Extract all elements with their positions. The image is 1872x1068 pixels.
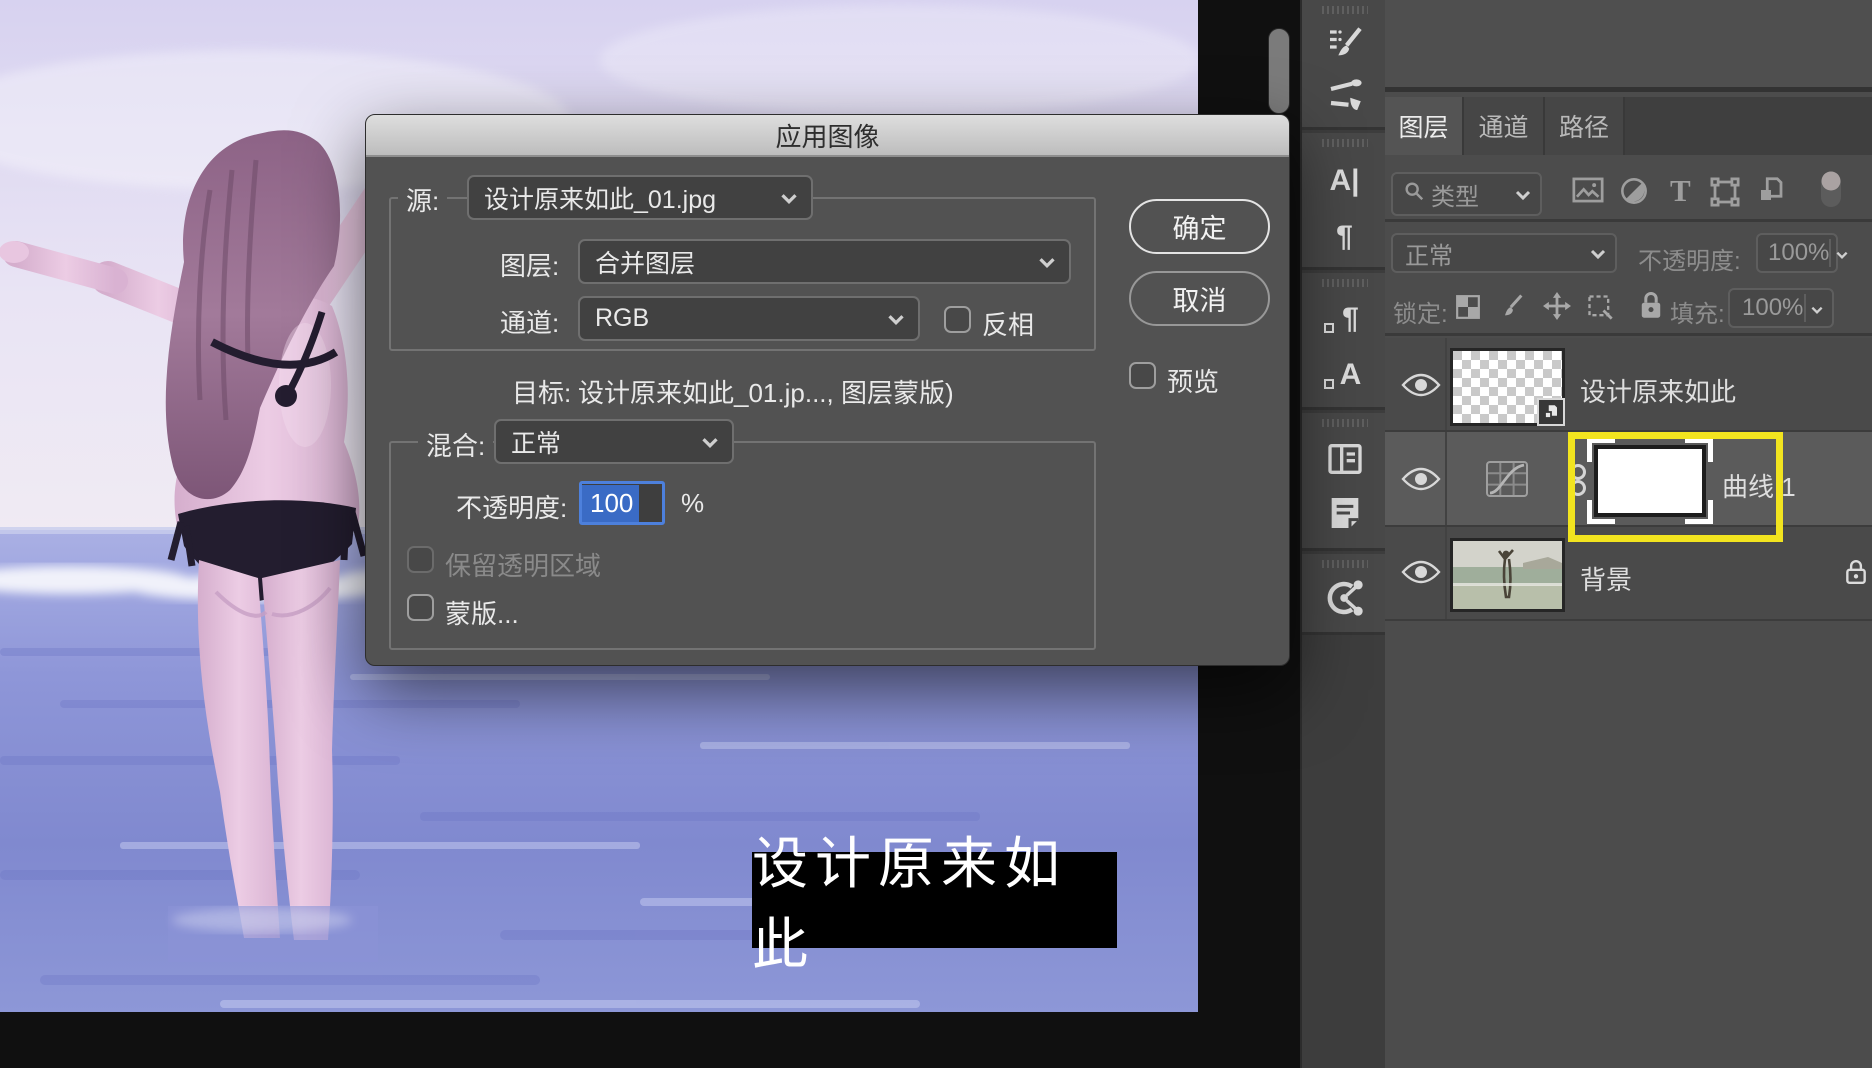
- character-panel-icon[interactable]: A|: [1302, 155, 1387, 207]
- chevron-down-icon: [779, 183, 799, 212]
- preview-checkbox[interactable]: [1129, 362, 1156, 389]
- layers-panel: 图层 通道 路径 类型 T: [1385, 0, 1872, 1068]
- source-select[interactable]: 设计原来如此_01.jpg: [467, 175, 813, 220]
- lock-label: 锁定:: [1393, 294, 1448, 329]
- blend-select[interactable]: 正常: [494, 419, 734, 464]
- chevron-down-icon: [886, 304, 906, 333]
- search-icon: [1403, 180, 1425, 209]
- invert-checkbox[interactable]: [944, 306, 971, 333]
- filter-smart-objects-icon[interactable]: [1756, 175, 1786, 210]
- preview-label: 预览: [1167, 362, 1219, 399]
- layer-thumbnail[interactable]: [1450, 348, 1565, 426]
- visibility-eye-icon[interactable]: [1401, 466, 1441, 494]
- target-value: 设计原来如此_01.jp..., 图层蒙版): [578, 373, 954, 410]
- tab-layers[interactable]: 图层: [1385, 97, 1464, 155]
- filter-type-layers-icon[interactable]: T: [1670, 173, 1691, 209]
- chevron-down-icon: [1037, 247, 1057, 276]
- ok-button[interactable]: 确定: [1129, 199, 1270, 254]
- layer-name: 背景: [1580, 560, 1632, 597]
- layer-select[interactable]: 合并图层: [578, 239, 1071, 284]
- opacity-label: 不透明度:: [456, 488, 567, 525]
- layer-comps-icon[interactable]: [1302, 433, 1387, 485]
- lock-artboard-icon[interactable]: [1586, 293, 1614, 326]
- layer-name: 设计原来如此: [1580, 372, 1736, 409]
- panel-opacity-label: 不透明度:: [1638, 241, 1741, 276]
- tab-channels[interactable]: 通道: [1464, 97, 1545, 155]
- dock-grip[interactable]: [1322, 419, 1368, 427]
- lock-all-icon[interactable]: [1637, 290, 1665, 325]
- fill-select[interactable]: 100%: [1728, 288, 1834, 328]
- filter-type-select[interactable]: 类型: [1391, 172, 1542, 216]
- filter-adjustment-layers-icon[interactable]: [1620, 177, 1648, 210]
- chevron-down-icon: [1514, 180, 1532, 208]
- dock-group-brushes: [1302, 0, 1387, 130]
- layer-label: 图层:: [500, 246, 559, 283]
- panel-opacity-select[interactable]: 100%: [1756, 233, 1838, 273]
- blend-label: 混合:: [418, 426, 493, 463]
- dock-grip[interactable]: [1322, 139, 1368, 147]
- dock-grip[interactable]: [1322, 6, 1368, 14]
- apply-image-dialog: 应用图像 源: 设计原来如此_01.jpg 图层: 合并图层 通道: RGB 反…: [365, 114, 1290, 666]
- panel-tab-bar: 图层 通道 路径: [1385, 97, 1872, 155]
- blend-mode-row: 正常 不透明度: 100%: [1385, 222, 1872, 278]
- chevron-down-icon: [1589, 239, 1607, 267]
- dock-group-libraries: [1302, 554, 1387, 635]
- lock-transparent-pixels-icon[interactable]: [1455, 294, 1481, 325]
- fill-label: 填充:: [1670, 294, 1725, 329]
- canvas-caption: 设计原来如此: [752, 852, 1117, 948]
- dock-group-styles: ¶ A: [1302, 273, 1387, 410]
- lock-row: 锁定: 填充: 100%: [1385, 278, 1872, 336]
- mask-checkbox[interactable]: [407, 594, 434, 621]
- filter-toggle-switch[interactable]: [1818, 169, 1844, 216]
- filter-pixel-layers-icon[interactable]: [1572, 177, 1604, 208]
- cancel-button[interactable]: 取消: [1129, 271, 1270, 326]
- curves-adjustment-icon[interactable]: [1485, 460, 1529, 503]
- opacity-input[interactable]: 100: [579, 481, 665, 525]
- channel-select[interactable]: RGB: [578, 296, 920, 341]
- panel-top-space: [1385, 0, 1872, 92]
- brushes-icon[interactable]: [1302, 70, 1387, 122]
- lock-position-icon[interactable]: [1543, 292, 1571, 325]
- dock-grip[interactable]: [1322, 560, 1368, 568]
- preserve-transparency-label: 保留透明区域: [445, 546, 601, 583]
- brush-settings-icon[interactable]: [1302, 16, 1387, 68]
- target-label: 目标:: [512, 373, 571, 410]
- mask-option-label: 蒙版...: [445, 594, 519, 631]
- dock-group-comps: [1302, 413, 1387, 551]
- filter-type-label: 类型: [1431, 177, 1479, 212]
- channel-label: 通道:: [500, 303, 559, 340]
- visibility-eye-icon[interactable]: [1401, 372, 1441, 400]
- dialog-title: 应用图像: [775, 117, 879, 154]
- smart-object-badge-icon: [1537, 398, 1565, 426]
- source-label: 源:: [398, 181, 447, 218]
- chevron-down-icon: [1804, 294, 1824, 322]
- filter-shape-layers-icon[interactable]: [1710, 177, 1740, 212]
- notes-icon[interactable]: [1302, 487, 1387, 539]
- photoshop-window: 设计原来如此 A| ¶: [0, 0, 1872, 1068]
- panel-dock: A| ¶ ¶ A: [1300, 0, 1385, 1068]
- dock-grip[interactable]: [1322, 279, 1368, 287]
- libraries-share-icon[interactable]: [1302, 572, 1387, 624]
- mask-highlight-annotation: [1568, 432, 1783, 542]
- canvas-vertical-scrollbar[interactable]: [1268, 28, 1290, 114]
- preserve-transparency-checkbox: [407, 546, 434, 573]
- visibility-eye-icon[interactable]: [1401, 559, 1441, 587]
- lock-image-pixels-icon[interactable]: [1498, 292, 1526, 325]
- invert-label: 反相: [982, 305, 1034, 342]
- chevron-down-icon: [1829, 239, 1849, 267]
- chevron-down-icon: [700, 427, 720, 456]
- tab-paths[interactable]: 路径: [1545, 97, 1625, 155]
- blend-mode-select[interactable]: 正常: [1391, 233, 1617, 273]
- layer-filter-row: 类型 T: [1385, 155, 1872, 222]
- dock-group-type: A| ¶: [1302, 133, 1387, 270]
- opacity-unit: %: [681, 488, 704, 519]
- dialog-title-bar[interactable]: 应用图像: [366, 115, 1289, 157]
- background-thumbnail[interactable]: [1450, 538, 1565, 612]
- background-lock-icon[interactable]: [1843, 557, 1869, 592]
- paragraph-panel-icon[interactable]: ¶: [1302, 211, 1387, 263]
- layer-row-smart-object[interactable]: 设计原来如此: [1385, 338, 1872, 432]
- paragraph-styles-icon[interactable]: ¶: [1302, 293, 1387, 345]
- character-styles-icon[interactable]: A: [1302, 349, 1387, 401]
